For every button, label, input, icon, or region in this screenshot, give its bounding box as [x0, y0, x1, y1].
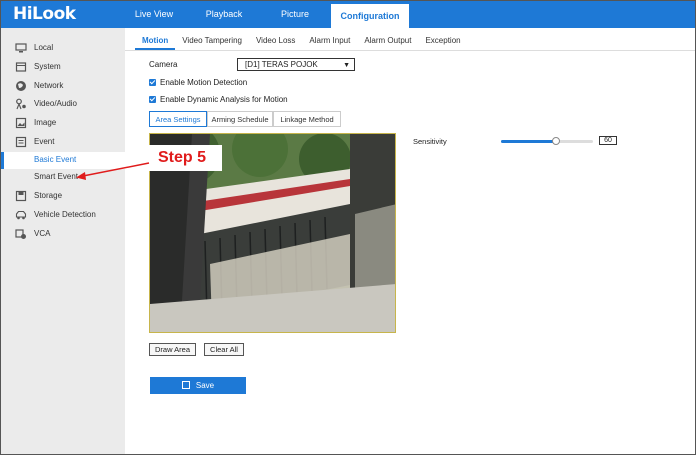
sidebar-item-vehicle-detection[interactable]: Vehicle Detection: [1, 206, 125, 224]
sidebar-item-label: Network: [34, 81, 64, 90]
sidebar-item-video-audio[interactable]: Video/Audio: [1, 95, 125, 113]
sidebar-item-event[interactable]: Event: [1, 133, 125, 151]
sidebar-item-label: Local: [34, 43, 54, 52]
system-icon: [15, 62, 27, 72]
enable-dynamic-analysis-label: Enable Dynamic Analysis for Motion: [160, 95, 288, 104]
camera-select-value: [D1] TERAS POJOK: [245, 60, 318, 69]
chevron-down-icon: ▼: [343, 62, 350, 69]
nav-picture[interactable]: Picture: [265, 1, 325, 28]
sidebar-item-system[interactable]: System: [1, 58, 125, 76]
tab-video-loss[interactable]: Video Loss: [249, 34, 302, 50]
sensitivity-slider[interactable]: [501, 137, 593, 145]
tab-alarm-input[interactable]: Alarm Input: [302, 34, 357, 50]
step-annotation: Step 5: [158, 149, 207, 166]
event-icon: [15, 136, 27, 148]
vehicle-icon: [15, 210, 27, 220]
enable-motion-detection-checkbox[interactable]: [149, 79, 156, 86]
sidebar-item-image[interactable]: Image: [1, 114, 125, 132]
tab-linkage-method[interactable]: Linkage Method: [273, 111, 341, 127]
tab-area-settings[interactable]: Area Settings: [149, 111, 207, 127]
sensitivity-slider-fill: [501, 140, 557, 143]
sidebar-item-label: VCA: [34, 229, 51, 238]
sensitivity-value[interactable]: 60: [599, 136, 617, 145]
sidebar-item-label: Vehicle Detection: [34, 210, 96, 219]
save-button-label: Save: [195, 381, 215, 390]
sidebar-item-label: Storage: [34, 191, 63, 200]
tab-exception[interactable]: Exception: [418, 34, 467, 50]
sidebar-item-local[interactable]: Local: [1, 39, 125, 57]
sidebar-item-label: Image: [34, 118, 57, 127]
active-indicator: [1, 152, 4, 169]
logo: HiLook: [13, 4, 76, 24]
vca-icon: [15, 229, 26, 239]
camera-select[interactable]: [D1] TERAS POJOK ▼: [237, 58, 355, 71]
sensitivity-label: Sensitivity: [413, 137, 447, 146]
red-arrow-icon: [76, 162, 150, 180]
tab-arming-schedule[interactable]: Arming Schedule: [207, 111, 273, 127]
sidebar-item-vca[interactable]: VCA: [1, 225, 125, 243]
sensitivity-slider-handle[interactable]: [552, 137, 561, 145]
save-icon: [181, 381, 190, 389]
tab-video-tampering[interactable]: Video Tampering: [175, 34, 249, 50]
save-button[interactable]: Save: [150, 377, 246, 394]
tab-alarm-output[interactable]: Alarm Output: [357, 34, 418, 50]
nav-live-view[interactable]: Live View: [125, 1, 183, 28]
sidebar-subitem-label: Basic Event: [34, 155, 77, 164]
storage-icon: [15, 190, 27, 202]
camera-label: Camera: [149, 60, 178, 69]
sidebar-item-network[interactable]: Network: [1, 77, 125, 95]
sidebar-item-label: Event: [34, 137, 55, 146]
enable-motion-detection-label: Enable Motion Detection: [160, 78, 248, 87]
tab-motion[interactable]: Motion: [135, 34, 176, 50]
sidebar-item-label: Video/Audio: [34, 99, 77, 108]
image-icon: [15, 117, 27, 129]
sidebar-item-label: System: [34, 62, 61, 71]
main-nav: Live View Playback Picture Configuration: [125, 1, 409, 28]
clear-all-button[interactable]: Clear All: [204, 343, 244, 356]
tab-divider: [125, 50, 695, 51]
nav-configuration[interactable]: Configuration: [331, 4, 409, 28]
nav-playback[interactable]: Playback: [183, 1, 265, 28]
top-bar: HiLook Live View Playback Picture Config…: [1, 1, 695, 28]
enable-dynamic-analysis-checkbox[interactable]: [149, 96, 156, 103]
sidebar: Local System Network Video/Audio Image E…: [1, 28, 125, 454]
globe-icon: [16, 81, 26, 91]
draw-area-button[interactable]: Draw Area: [149, 343, 196, 356]
sidebar-item-storage[interactable]: Storage: [1, 187, 125, 205]
monitor-icon: [15, 43, 27, 53]
video-audio-icon: [16, 98, 26, 110]
event-tabs: Motion Video Tampering Video Loss Alarm …: [135, 34, 468, 50]
app-window: HiLook Live View Playback Picture Config…: [0, 0, 696, 455]
